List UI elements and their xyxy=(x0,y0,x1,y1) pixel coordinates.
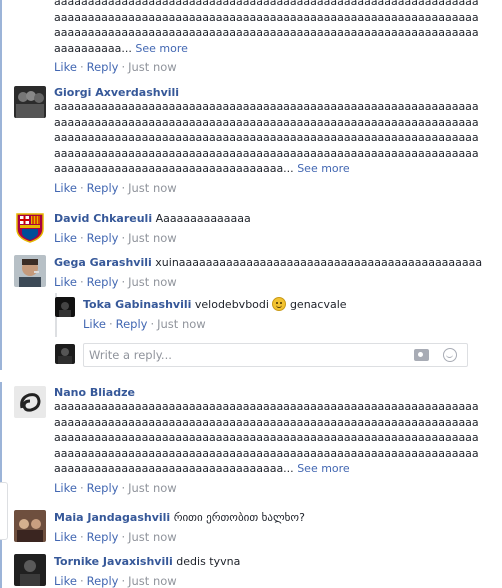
comment-actions: Like · Reply · Just now xyxy=(54,230,177,245)
like-link[interactable]: Like xyxy=(54,60,77,74)
panel-edge xyxy=(0,482,8,540)
see-more-link[interactable]: See more xyxy=(297,162,350,175)
comment-actions: Like · Reply · Just now xyxy=(83,316,206,331)
commenter-name[interactable]: Tornike Javaxishvili xyxy=(54,555,173,568)
reply-link[interactable]: Reply xyxy=(87,181,119,195)
commenter-name[interactable]: Toka Gabinashvili xyxy=(83,298,191,311)
comment-text: aaaaaaaaaaaaaaaaaaaaaaaaaaaaaaaaaaaaaaaa… xyxy=(54,100,479,175)
commenter-name[interactable]: Maia Jandagashvili xyxy=(54,511,170,524)
comment-actions: Like · Reply · Just now xyxy=(54,274,177,289)
like-link[interactable]: Like xyxy=(83,317,106,331)
like-link[interactable]: Like xyxy=(54,275,77,289)
timestamp[interactable]: Just now xyxy=(128,481,177,495)
reply-link[interactable]: Reply xyxy=(87,275,119,289)
like-link[interactable]: Like xyxy=(54,574,77,588)
comment-text: aaaaaaaaaaaaaaaaaaaaaaaaaaaaaaaaaaaaaaaa… xyxy=(54,0,479,55)
camera-icon[interactable] xyxy=(414,349,429,361)
avatar[interactable] xyxy=(14,255,46,287)
emoji-icon[interactable] xyxy=(443,348,457,362)
reply-input[interactable]: Write a reply... xyxy=(83,343,468,367)
comment-actions: Like · Reply · Just now xyxy=(54,60,177,74)
timestamp[interactable]: Just now xyxy=(128,530,177,544)
see-more-link[interactable]: See more xyxy=(135,42,188,55)
thread-rail xyxy=(0,0,2,370)
avatar[interactable] xyxy=(14,86,46,118)
commenter-name[interactable]: Nano Bliadze xyxy=(54,386,484,399)
reply-link[interactable]: Reply xyxy=(87,481,119,495)
reply-link[interactable]: Reply xyxy=(87,231,119,245)
reply-link[interactable]: Reply xyxy=(87,60,119,74)
reply-link[interactable]: Reply xyxy=(87,574,119,588)
timestamp[interactable]: Just now xyxy=(128,231,177,245)
comment-actions: Like · Reply · Just now xyxy=(54,180,177,195)
timestamp[interactable]: Just now xyxy=(157,317,206,331)
reply-link[interactable]: Reply xyxy=(87,530,119,544)
commenter-name[interactable]: Giorgi Axverdashvili xyxy=(54,86,484,99)
timestamp[interactable]: Just now xyxy=(128,60,177,74)
avatar[interactable] xyxy=(14,386,46,418)
see-more-link[interactable]: See more xyxy=(297,462,350,475)
comment-actions: Like · Reply · Just now xyxy=(54,573,177,588)
commenter-name[interactable]: David Chkareuli xyxy=(54,212,152,225)
reply-link[interactable]: Reply xyxy=(116,317,148,331)
comment-text: David Chkareuli Aaaaaaaaaaaaaa xyxy=(54,212,251,225)
like-link[interactable]: Like xyxy=(54,530,77,544)
avatar[interactable] xyxy=(55,297,75,317)
comment-text: Maia Jandagashvili რითი ერთობით ხალხო? xyxy=(54,511,305,524)
avatar[interactable] xyxy=(14,510,46,542)
timestamp[interactable]: Just now xyxy=(128,574,177,588)
timestamp[interactable]: Just now xyxy=(128,181,177,195)
comment-text: aaaaaaaaaaaaaaaaaaaaaaaaaaaaaaaaaaaaaaaa… xyxy=(54,400,479,475)
smile-emoji-icon xyxy=(272,297,287,311)
comment-actions: Like · Reply · Just now xyxy=(54,480,177,495)
avatar[interactable] xyxy=(14,211,46,243)
like-link[interactable]: Like xyxy=(54,481,77,495)
like-link[interactable]: Like xyxy=(54,181,77,195)
reply-placeholder: Write a reply... xyxy=(89,348,172,362)
commenter-name[interactable]: Gega Garashvili xyxy=(54,256,152,269)
comment-text: Tornike Javaxishvili dedis tyvna xyxy=(54,555,241,568)
avatar[interactable] xyxy=(14,554,46,586)
comment-actions: Like · Reply · Just now xyxy=(54,529,177,544)
timestamp[interactable]: Just now xyxy=(128,275,177,289)
like-link[interactable]: Like xyxy=(54,231,77,245)
current-user-avatar xyxy=(55,344,75,364)
comment-text: Gega Garashvili xuinaaaaaaaaaaaaaaaaaaaa… xyxy=(54,256,483,269)
comment-text: Toka Gabinashvili velodebvbodi genacvale xyxy=(83,297,347,311)
